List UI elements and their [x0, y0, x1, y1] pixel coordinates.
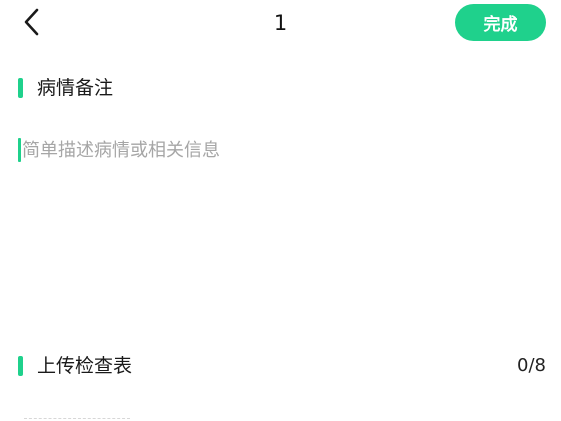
notes-section-title: 病情备注: [37, 77, 114, 99]
upload-section-header: 上传检查表: [18, 354, 132, 378]
notes-section-header: 病情备注: [18, 76, 113, 100]
notes-textarea[interactable]: [18, 136, 543, 316]
section-accent-bar: [18, 356, 23, 376]
upload-count: 0/8: [517, 355, 546, 376]
divider: [24, 418, 130, 419]
section-accent-bar: [18, 78, 23, 98]
text-cursor: [18, 138, 21, 162]
add-record-screen: 1 完成 病情备注 上传检查表 0/8: [0, 0, 561, 421]
upload-section-title: 上传检查表: [37, 355, 133, 377]
notes-input-area: [18, 136, 543, 316]
done-button[interactable]: 完成: [455, 4, 546, 41]
top-bar: 1 完成: [0, 0, 561, 46]
